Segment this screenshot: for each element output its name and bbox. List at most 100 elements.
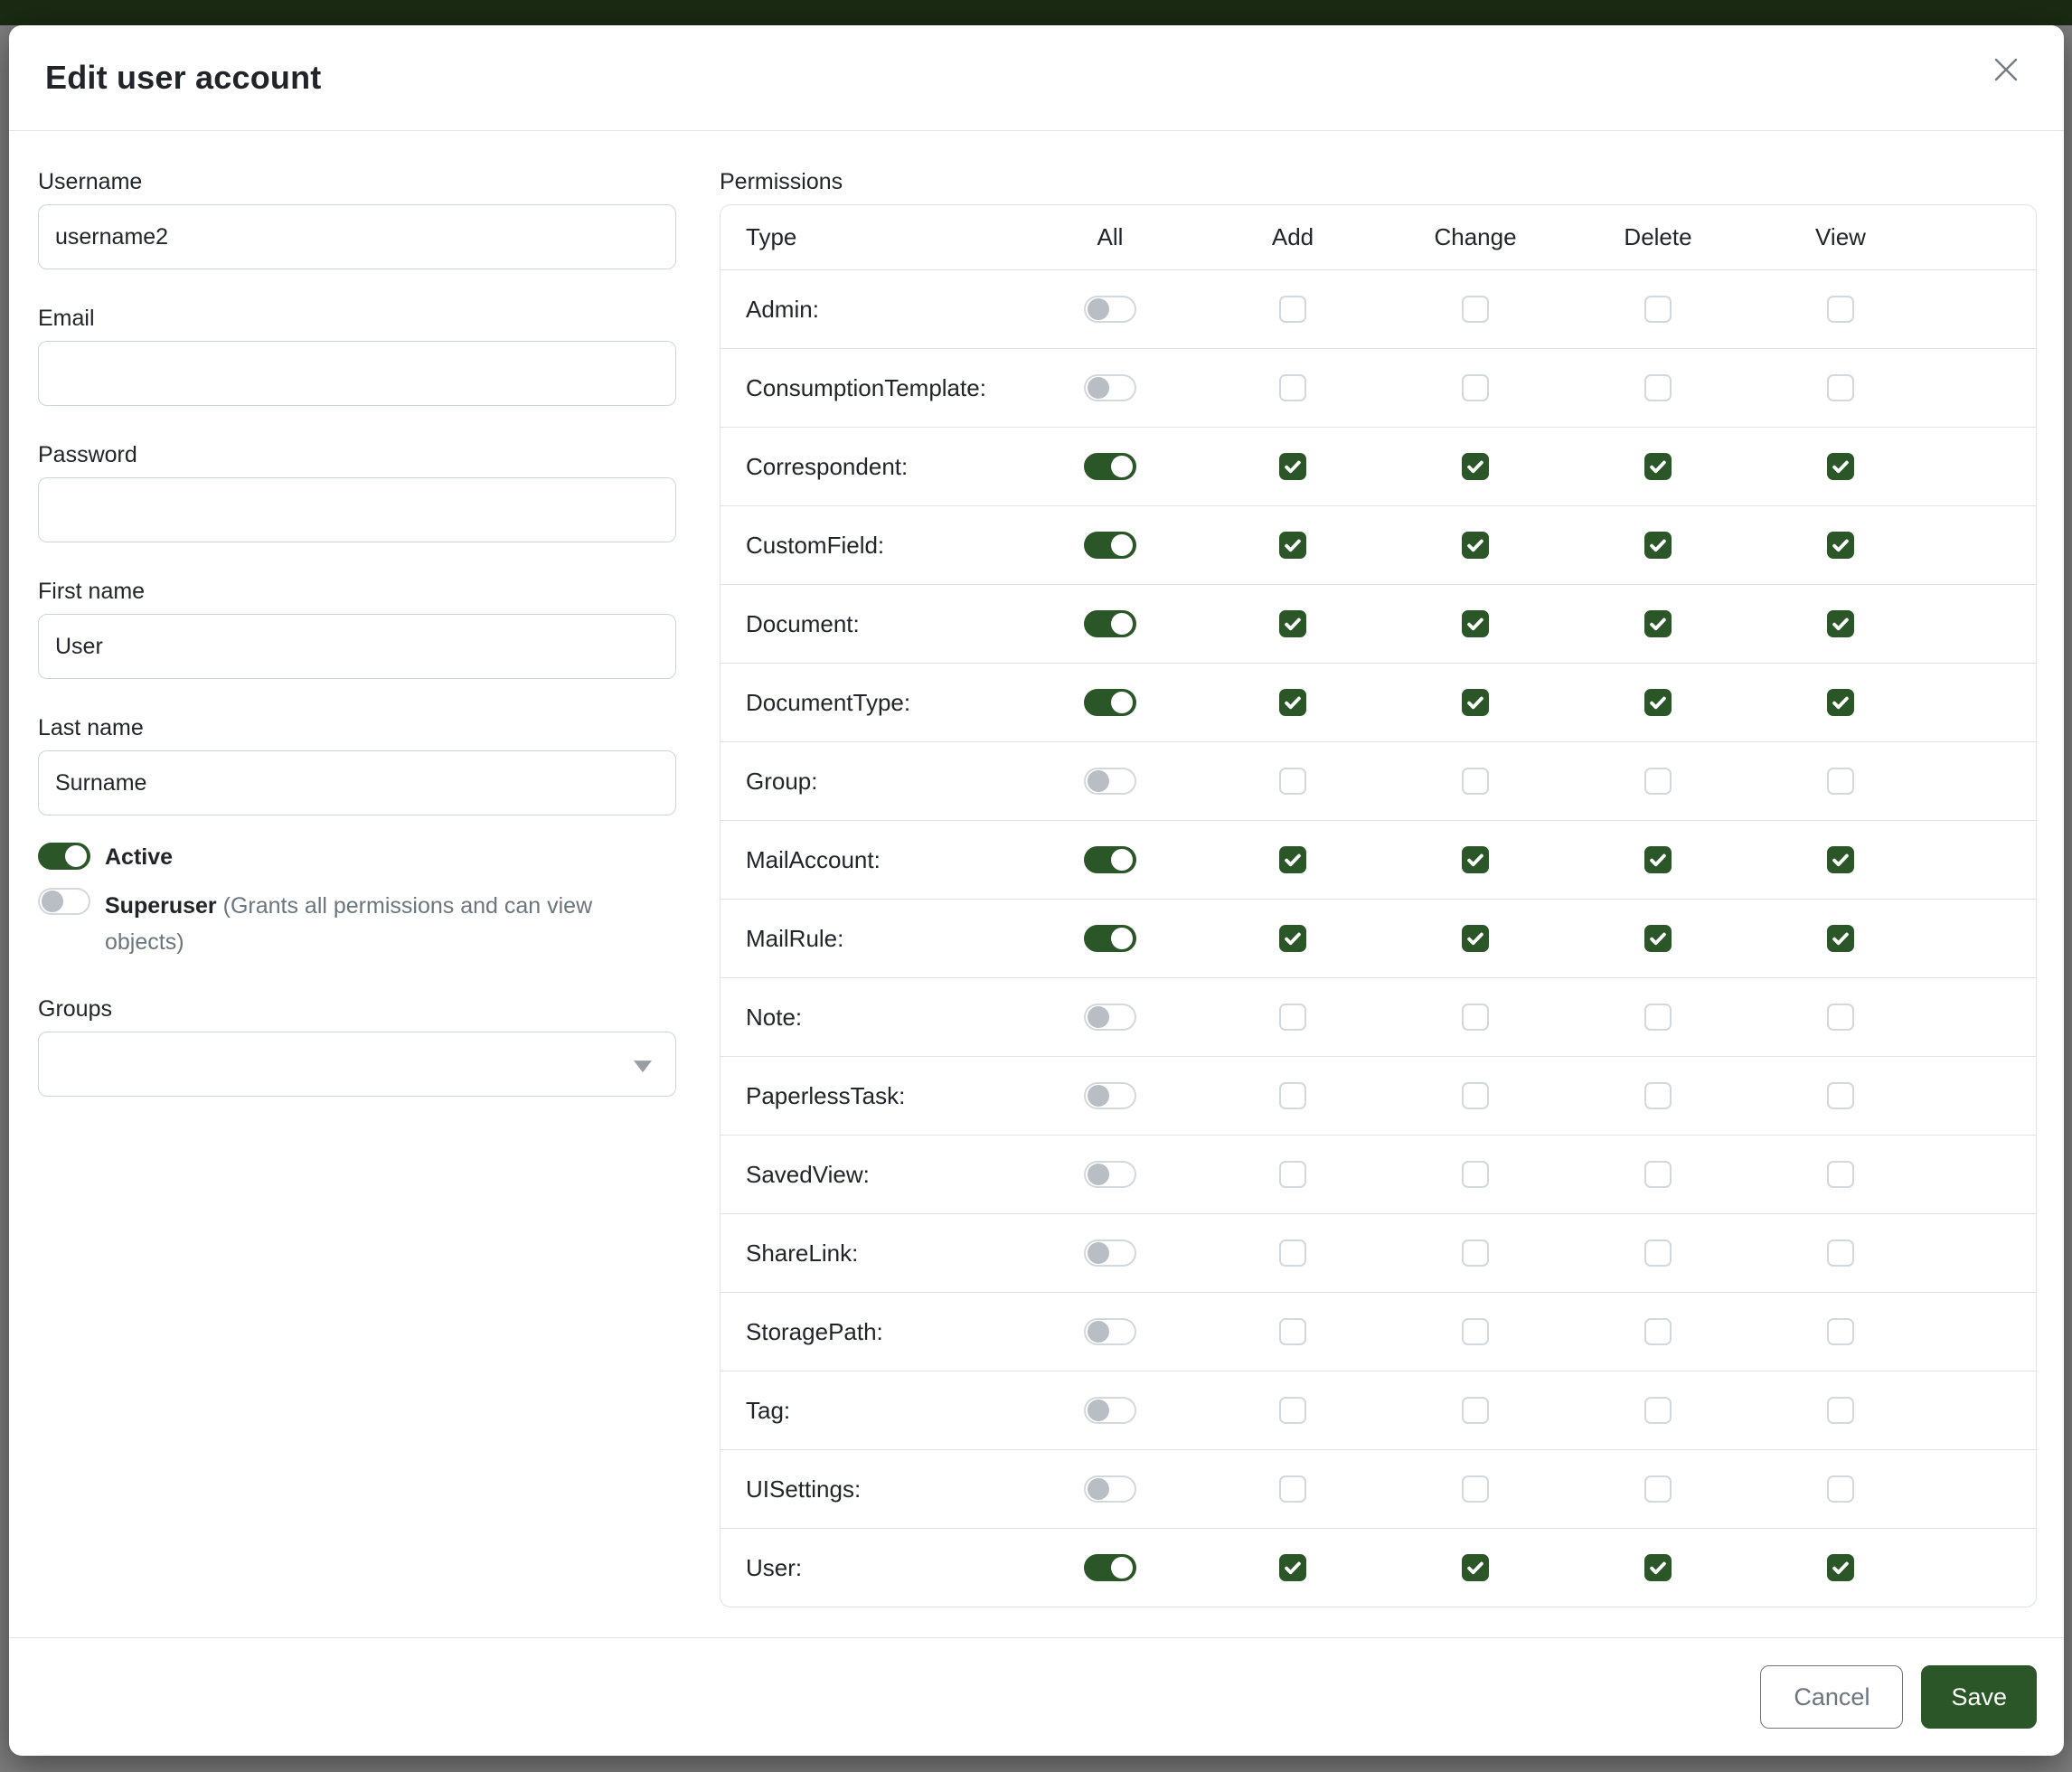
close-icon[interactable] — [1986, 50, 2026, 90]
admin-change-checkbox[interactable] — [1462, 296, 1489, 323]
user-change-checkbox[interactable] — [1462, 1554, 1489, 1581]
group-all-toggle[interactable] — [1084, 768, 1136, 795]
email-field[interactable] — [38, 341, 676, 406]
user-view-checkbox[interactable] — [1827, 1554, 1854, 1581]
group-view-checkbox[interactable] — [1827, 768, 1854, 795]
check-icon — [1283, 457, 1303, 476]
mailaccount-view-checkbox[interactable] — [1827, 846, 1854, 873]
documenttype-change-checkbox[interactable] — [1462, 689, 1489, 716]
mailrule-change-checkbox[interactable] — [1462, 925, 1489, 952]
note-view-checkbox[interactable] — [1827, 1004, 1854, 1031]
consumptiontemplate-change-checkbox[interactable] — [1462, 374, 1489, 401]
savedview-change-checkbox[interactable] — [1462, 1161, 1489, 1188]
customfield-add-checkbox[interactable] — [1279, 532, 1306, 559]
mailrule-delete-checkbox[interactable] — [1644, 925, 1672, 952]
admin-delete-checkbox[interactable] — [1644, 296, 1672, 323]
correspondent-add-checkbox[interactable] — [1279, 453, 1306, 480]
mailaccount-delete-checkbox[interactable] — [1644, 846, 1672, 873]
username-input[interactable] — [38, 204, 676, 269]
storagepath-view-checkbox[interactable] — [1827, 1318, 1854, 1345]
storagepath-add-checkbox[interactable] — [1279, 1318, 1306, 1345]
sharelink-delete-checkbox[interactable] — [1644, 1239, 1672, 1267]
paperlesstask-delete-checkbox[interactable] — [1644, 1082, 1672, 1109]
correspondent-change-checkbox[interactable] — [1462, 453, 1489, 480]
note-add-checkbox[interactable] — [1279, 1004, 1306, 1031]
document-add-checkbox[interactable] — [1279, 610, 1306, 637]
cancel-button[interactable]: Cancel — [1760, 1665, 1903, 1729]
active-toggle[interactable] — [38, 843, 90, 870]
correspondent-view-checkbox[interactable] — [1827, 453, 1854, 480]
user-add-checkbox[interactable] — [1279, 1554, 1306, 1581]
documenttype-view-checkbox[interactable] — [1827, 689, 1854, 716]
consumptiontemplate-add-checkbox[interactable] — [1279, 374, 1306, 401]
mailrule-view-checkbox[interactable] — [1827, 925, 1854, 952]
storagepath-change-checkbox[interactable] — [1462, 1318, 1489, 1345]
consumptiontemplate-all-toggle[interactable] — [1084, 374, 1136, 401]
savedview-delete-checkbox[interactable] — [1644, 1161, 1672, 1188]
storagepath-delete-checkbox[interactable] — [1644, 1318, 1672, 1345]
savedview-view-checkbox[interactable] — [1827, 1161, 1854, 1188]
mailaccount-add-checkbox[interactable] — [1279, 846, 1306, 873]
save-button[interactable]: Save — [1921, 1665, 2037, 1729]
uisettings-add-checkbox[interactable] — [1279, 1475, 1306, 1503]
paperlesstask-change-checkbox[interactable] — [1462, 1082, 1489, 1109]
mailaccount-all-toggle[interactable] — [1084, 846, 1136, 873]
note-delete-checkbox[interactable] — [1644, 1004, 1672, 1031]
group-add-checkbox[interactable] — [1279, 768, 1306, 795]
password-field[interactable] — [38, 477, 676, 542]
user-delete-checkbox[interactable] — [1644, 1554, 1672, 1581]
superuser-toggle[interactable] — [38, 888, 90, 915]
uisettings-change-checkbox[interactable] — [1462, 1475, 1489, 1503]
admin-all-toggle[interactable] — [1084, 296, 1136, 323]
uisettings-view-checkbox[interactable] — [1827, 1475, 1854, 1503]
permission-change-cell — [1384, 1554, 1567, 1581]
savedview-all-toggle[interactable] — [1084, 1161, 1136, 1188]
check-icon — [1831, 457, 1851, 476]
document-change-checkbox[interactable] — [1462, 610, 1489, 637]
document-view-checkbox[interactable] — [1827, 610, 1854, 637]
consumptiontemplate-view-checkbox[interactable] — [1827, 374, 1854, 401]
uisettings-all-toggle[interactable] — [1084, 1475, 1136, 1503]
consumptiontemplate-delete-checkbox[interactable] — [1644, 374, 1672, 401]
first-name-field[interactable] — [38, 614, 676, 679]
document-delete-checkbox[interactable] — [1644, 610, 1672, 637]
uisettings-delete-checkbox[interactable] — [1644, 1475, 1672, 1503]
mailaccount-change-checkbox[interactable] — [1462, 846, 1489, 873]
tag-view-checkbox[interactable] — [1827, 1397, 1854, 1424]
sharelink-add-checkbox[interactable] — [1279, 1239, 1306, 1267]
note-change-checkbox[interactable] — [1462, 1004, 1489, 1031]
tag-add-checkbox[interactable] — [1279, 1397, 1306, 1424]
storagepath-all-toggle[interactable] — [1084, 1318, 1136, 1345]
correspondent-delete-checkbox[interactable] — [1644, 453, 1672, 480]
note-all-toggle[interactable] — [1084, 1004, 1136, 1031]
mailrule-add-checkbox[interactable] — [1279, 925, 1306, 952]
mailrule-all-toggle[interactable] — [1084, 925, 1136, 952]
document-all-toggle[interactable] — [1084, 610, 1136, 637]
sharelink-all-toggle[interactable] — [1084, 1239, 1136, 1267]
savedview-add-checkbox[interactable] — [1279, 1161, 1306, 1188]
correspondent-all-toggle[interactable] — [1084, 453, 1136, 480]
paperlesstask-add-checkbox[interactable] — [1279, 1082, 1306, 1109]
sharelink-change-checkbox[interactable] — [1462, 1239, 1489, 1267]
user-all-toggle[interactable] — [1084, 1554, 1136, 1581]
paperlesstask-all-toggle[interactable] — [1084, 1082, 1136, 1109]
paperlesstask-view-checkbox[interactable] — [1827, 1082, 1854, 1109]
sharelink-view-checkbox[interactable] — [1827, 1239, 1854, 1267]
customfield-view-checkbox[interactable] — [1827, 532, 1854, 559]
customfield-all-toggle[interactable] — [1084, 532, 1136, 559]
group-change-checkbox[interactable] — [1462, 768, 1489, 795]
customfield-delete-checkbox[interactable] — [1644, 532, 1672, 559]
admin-add-checkbox[interactable] — [1279, 296, 1306, 323]
tag-delete-checkbox[interactable] — [1644, 1397, 1672, 1424]
admin-view-checkbox[interactable] — [1827, 296, 1854, 323]
documenttype-delete-checkbox[interactable] — [1644, 689, 1672, 716]
group-delete-checkbox[interactable] — [1644, 768, 1672, 795]
documenttype-all-toggle[interactable] — [1084, 689, 1136, 716]
tag-change-checkbox[interactable] — [1462, 1397, 1489, 1424]
last-name-field[interactable] — [38, 750, 676, 815]
tag-all-toggle[interactable] — [1084, 1397, 1136, 1424]
documenttype-add-checkbox[interactable] — [1279, 689, 1306, 716]
permission-change-cell — [1384, 374, 1567, 401]
customfield-change-checkbox[interactable] — [1462, 532, 1489, 559]
groups-select[interactable] — [38, 1032, 676, 1097]
